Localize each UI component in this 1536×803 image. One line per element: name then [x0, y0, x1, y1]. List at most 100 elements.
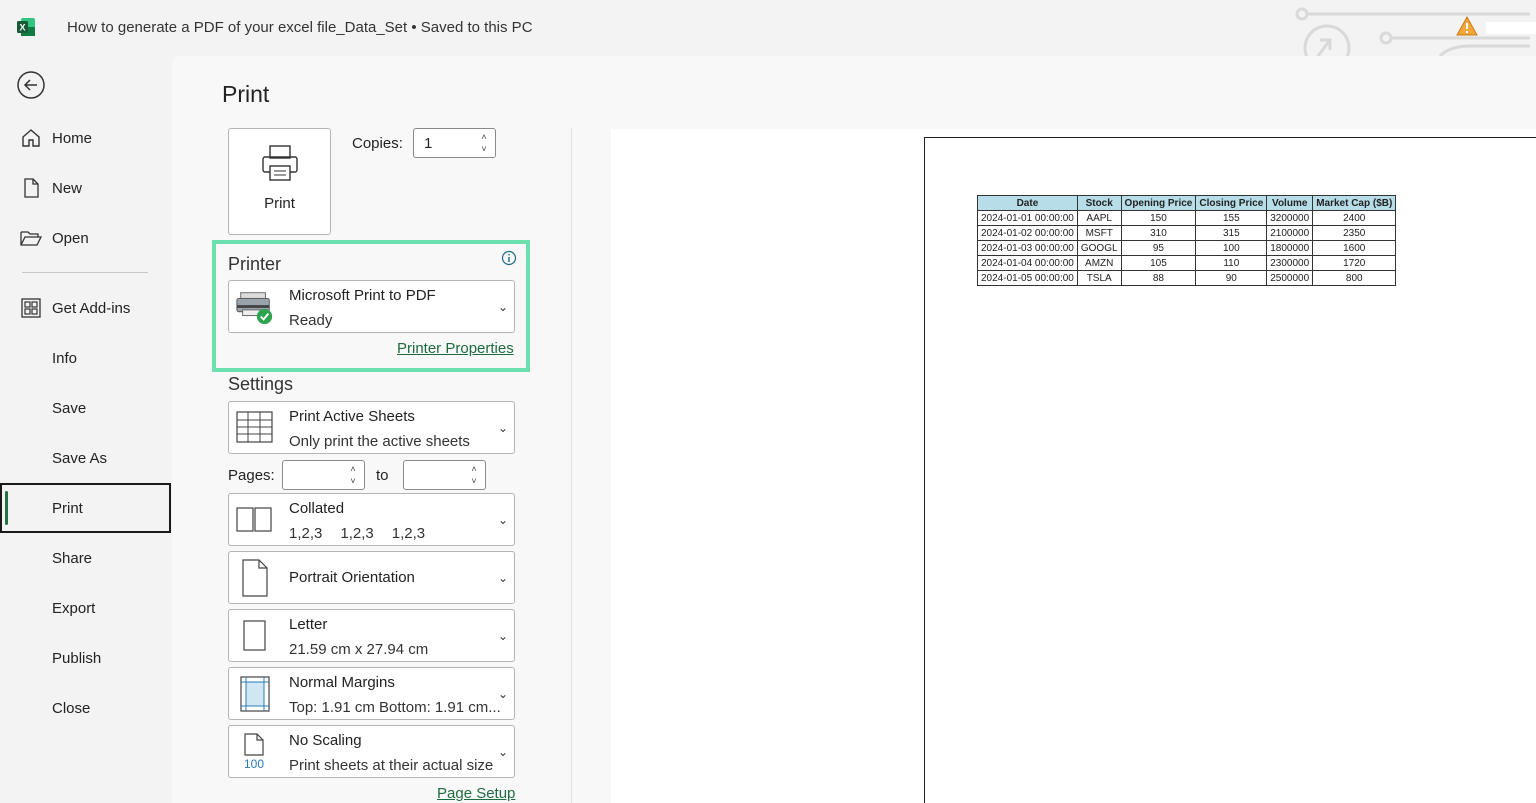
- table-cell: 2100000: [1266, 225, 1314, 241]
- copies-input[interactable]: 1 ˄ ˅: [413, 128, 496, 158]
- table-cell: 1600: [1312, 240, 1397, 256]
- table-cell: 2300000: [1266, 255, 1314, 271]
- copies-spinner[interactable]: ˄ ˅: [479, 131, 489, 155]
- printer-select[interactable]: Microsoft Print to PDF Ready ⌄: [228, 280, 515, 333]
- nav-share-label: Share: [52, 549, 93, 567]
- page-setup-link[interactable]: Page Setup: [437, 785, 515, 802]
- pages-from-spinner[interactable]: ˄ ˅: [348, 463, 358, 487]
- table-cell: MSFT: [1076, 225, 1122, 241]
- panel-divider: [571, 128, 572, 803]
- settings-heading: Settings: [228, 374, 294, 394]
- nav-share[interactable]: Share: [0, 536, 172, 580]
- portrait-page-icon: [235, 558, 275, 598]
- nav-export-label: Export: [52, 599, 96, 617]
- printer-icon: [262, 145, 298, 181]
- table-row: 2024-01-01 00:00:00 AAPL 150 155 3200000 2400: [977, 210, 1397, 226]
- print-scope-select[interactable]: Print Active Sheets Only print the activ…: [228, 401, 515, 454]
- nav-info-label: Info: [52, 349, 78, 367]
- nav-publish-label: Publish: [52, 649, 102, 667]
- table-cell: 2400: [1312, 210, 1397, 226]
- table-cell: 110: [1195, 255, 1268, 271]
- table-cell: 1720: [1312, 255, 1397, 271]
- table-row: 2024-01-04 00:00:00 AMZN 105 110 2300000 1720: [977, 255, 1397, 271]
- nav-home[interactable]: Home: [0, 116, 172, 160]
- paper-size-select[interactable]: Letter 21.59 cm x 27.94 cm ⌄: [228, 609, 515, 662]
- chevron-down-icon: ⌄: [497, 513, 508, 527]
- table-cell: 2024-01-05 00:00:00: [977, 270, 1078, 286]
- table-cell: 315: [1195, 225, 1268, 241]
- home-icon: [20, 127, 42, 149]
- print-button-label: Print: [264, 195, 295, 212]
- table-header-cell: Opening Price: [1120, 195, 1197, 211]
- table-cell: 100: [1195, 240, 1268, 256]
- nav-save-as[interactable]: Save As: [0, 436, 172, 480]
- nav-close-label: Close: [52, 699, 91, 717]
- scope-desc: Only print the active sheets: [289, 433, 470, 450]
- table-cell: 2350: [1312, 225, 1397, 241]
- nav-save-label: Save: [52, 399, 87, 417]
- nav-info[interactable]: Info: [0, 336, 172, 380]
- nav-open[interactable]: Open: [0, 216, 172, 260]
- table-cell: 3200000: [1266, 210, 1314, 226]
- nav-save-as-label: Save As: [52, 449, 108, 467]
- chevron-down-icon: ⌄: [497, 421, 508, 435]
- chevron-down-icon: ⌄: [497, 300, 508, 314]
- table-cell: TSLA: [1076, 270, 1122, 286]
- printer-properties-link[interactable]: Printer Properties: [397, 340, 514, 357]
- table-header-cell: Date: [977, 195, 1078, 211]
- svg-text:X: X: [19, 23, 25, 33]
- pages-to-input[interactable]: ˄ ˅: [403, 460, 486, 490]
- nav-get-addins[interactable]: Get Add-ins: [0, 286, 172, 330]
- addins-grid-icon: [20, 297, 42, 319]
- table-header-cell: Stock: [1076, 195, 1122, 211]
- nav-new-label: New: [52, 179, 83, 197]
- scaling-select[interactable]: 100 No Scaling Print sheets at their act…: [228, 725, 515, 778]
- margins-desc: Top: 1.91 cm Bottom: 1.91 cm...: [289, 699, 501, 716]
- margins-title: Normal Margins: [289, 674, 395, 691]
- table-cell: AAPL: [1076, 210, 1122, 226]
- margins-icon: [235, 674, 275, 714]
- nav-export[interactable]: Export: [0, 586, 172, 630]
- paper-desc: 21.59 cm x 27.94 cm: [289, 641, 429, 658]
- warning-icon[interactable]: [1456, 16, 1478, 36]
- table-cell: 150: [1120, 210, 1197, 226]
- collation-select[interactable]: Collated 1,2,3 1,2,3 1,2,3 ⌄: [228, 493, 515, 546]
- backstage-nav: Home New Open Get Add-ins Info Save Save…: [0, 56, 172, 803]
- table-header-cell: Closing Price: [1195, 195, 1268, 211]
- decorative-circuit-graphic: [1295, 7, 1536, 56]
- pages-from-input[interactable]: ˄ ˅: [282, 460, 365, 490]
- nav-close[interactable]: Close: [0, 686, 172, 730]
- nav-publish[interactable]: Publish: [0, 636, 172, 680]
- table-cell: 310: [1120, 225, 1197, 241]
- new-file-icon: [20, 177, 42, 199]
- nav-print[interactable]: Print: [0, 483, 171, 533]
- table-row: 2024-01-03 00:00:00 GOOGL 95 100 1800000 1600: [977, 240, 1397, 256]
- table-cell: 90: [1195, 270, 1268, 286]
- copies-label: Copies:: [352, 135, 403, 152]
- info-icon[interactable]: [501, 250, 517, 266]
- pages-label: Pages:: [228, 467, 275, 484]
- pages-to-spinner[interactable]: ˄ ˅: [469, 463, 479, 487]
- excel-logo-icon: X: [17, 18, 35, 36]
- print-panel: Print Print Copies: 1 ˄ ˅ Printer Micros…: [172, 56, 1536, 803]
- print-button[interactable]: Print: [228, 128, 331, 235]
- table-cell: AMZN: [1076, 255, 1122, 271]
- table-cell: 105: [1120, 255, 1197, 271]
- table-body: 2024-01-01 00:00:00 AAPL 150 155 3200000 2400…: [977, 210, 1397, 286]
- scaling-title: No Scaling: [289, 732, 362, 749]
- printer-heading: Printer: [228, 254, 282, 274]
- margins-select[interactable]: Normal Margins Top: 1.91 cm Bottom: 1.91…: [228, 667, 515, 720]
- nav-save[interactable]: Save: [0, 386, 172, 430]
- table-header-cell: Market Cap ($B): [1312, 195, 1397, 211]
- back-arrow-icon[interactable]: [16, 70, 46, 100]
- table-cell: GOOGL: [1076, 240, 1122, 256]
- chevron-down-icon: ⌄: [497, 687, 508, 701]
- orientation-select[interactable]: Portrait Orientation ⌄: [228, 551, 515, 604]
- chevron-down-icon: ⌄: [497, 629, 508, 643]
- nav-new[interactable]: New: [0, 166, 172, 210]
- scaling-desc: Print sheets at their actual size: [289, 757, 494, 774]
- table-row: 2024-01-02 00:00:00 MSFT 310 315 2100000 2350: [977, 225, 1397, 241]
- title-bar: X How to generate a PDF of your excel fi…: [0, 0, 1536, 56]
- scope-title: Print Active Sheets: [289, 408, 415, 425]
- collated-icon: [235, 500, 275, 540]
